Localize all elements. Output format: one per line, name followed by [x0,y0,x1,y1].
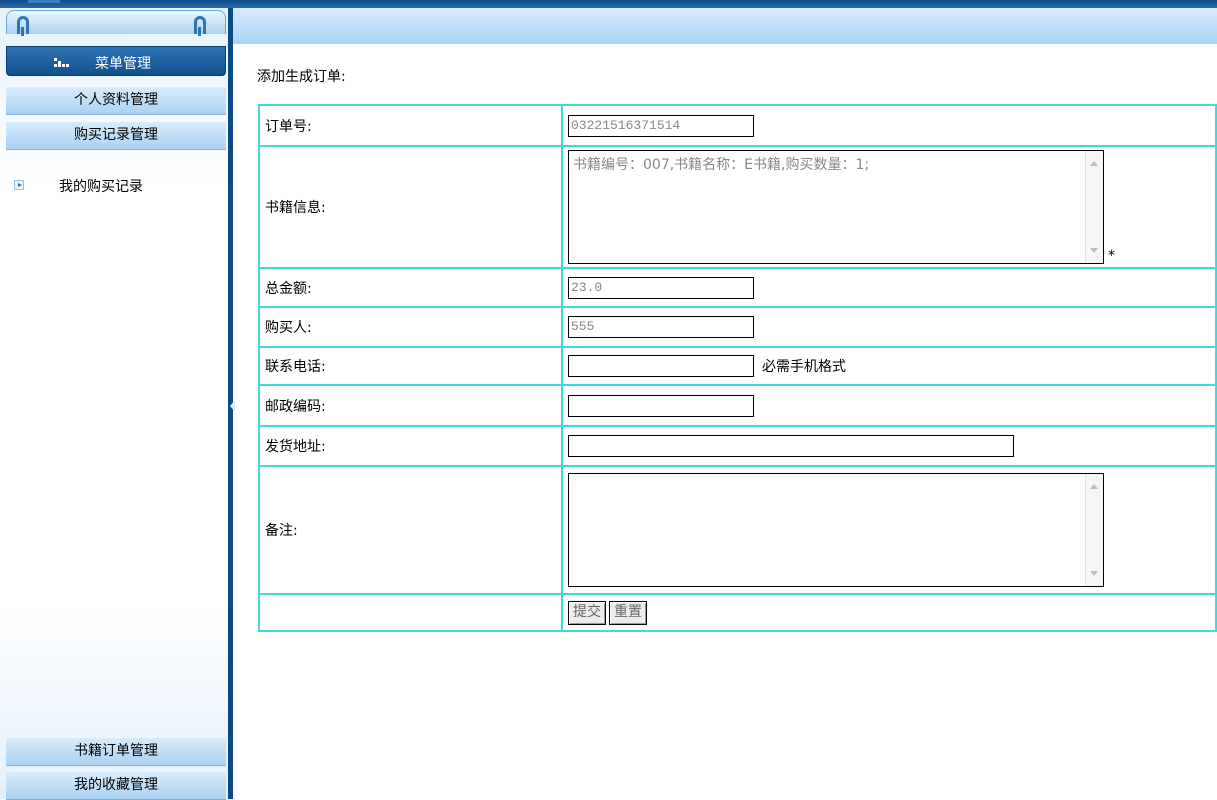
postcode-field[interactable] [568,394,754,417]
sidebar-item-label: 我的购买记录 [59,179,143,195]
top-bar [0,0,1217,8]
postcode-label: 邮政编码: [258,384,563,427]
menu-title: 菜单管理 [6,46,226,76]
sidebar-item-favorites[interactable]: 我的收藏管理 [6,772,226,800]
reset-button[interactable]: 重置 [609,600,647,625]
book-info-textarea[interactable]: 书籍编号：007,书籍名称：E书籍,购买数量：1; [568,150,1104,264]
textarea-scrollbar[interactable] [1085,151,1103,263]
phone-field[interactable] [568,355,754,377]
order-no-label: 订单号: [258,104,563,147]
scroll-up-icon[interactable] [1090,484,1098,489]
sidebar-item-my-purchases[interactable]: 我的购买记录 [14,174,214,196]
order-form-table: 订单号: 03221516371514 书籍信息: 书籍编号：007,书籍名称：… [258,104,1217,632]
sidebar-divider [228,8,235,799]
remark-textarea[interactable] [568,473,1104,587]
collapse-notch[interactable] [230,400,235,412]
address-field[interactable] [568,435,1014,457]
book-info-label: 书籍信息: [258,145,563,269]
sidebar-header [6,10,226,34]
sidebar: 菜单管理 个人资料管理 购买记录管理 我的购买记录 书籍订单管理 我的收藏管理 [0,8,228,800]
buyer-label: 购买人: [258,306,563,348]
total-label: 总金额: [258,267,563,308]
page-title: 添加生成订单: [257,69,346,85]
address-label: 发货地址: [258,425,563,467]
submit-button[interactable]: 提交 [568,600,606,625]
empty-cell [258,593,563,632]
book-info-text: 书籍编号：007,书籍名称：E书籍,购买数量：1; [573,157,870,173]
ring-icon [194,16,206,36]
sidebar-item-book-orders[interactable]: 书籍订单管理 [6,738,226,766]
sidebar-item-purchase-records[interactable]: 购买记录管理 [6,122,226,150]
scroll-up-icon[interactable] [1090,161,1098,166]
order-no-field[interactable]: 03221516371514 [568,114,754,137]
scroll-down-icon[interactable] [1090,571,1098,576]
remark-label: 备注: [258,465,563,595]
phone-label: 联系电话: [258,346,563,386]
textarea-scrollbar[interactable] [1085,474,1103,586]
sidebar-item-profile[interactable]: 个人资料管理 [6,87,226,115]
menu-title-label: 菜单管理 [95,56,151,72]
total-field[interactable]: 23.0 [568,276,754,299]
header-banner [233,8,1217,44]
required-mark: * [1108,248,1115,264]
grid-icon [54,58,70,67]
arrow-right-icon [14,180,24,190]
phone-hint: 必需手机格式 [762,359,846,375]
top-tab-stub [28,0,60,3]
buyer-field[interactable]: 555 [568,316,754,338]
ring-icon [17,16,29,36]
scroll-down-icon[interactable] [1090,248,1098,253]
